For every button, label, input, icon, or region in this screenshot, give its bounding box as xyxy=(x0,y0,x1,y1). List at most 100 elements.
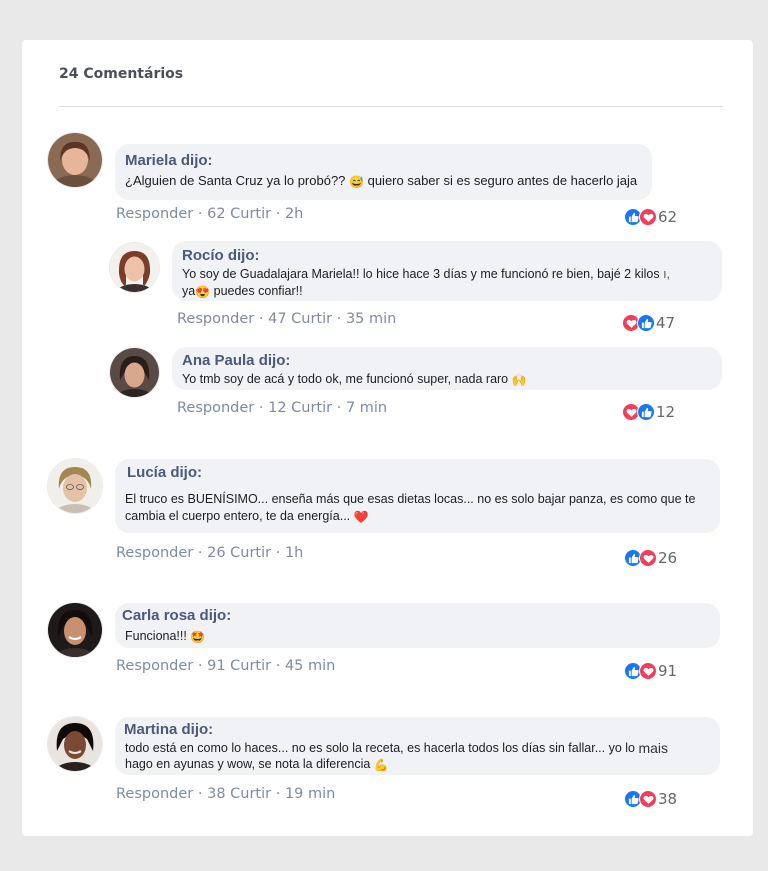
separator: · xyxy=(197,786,203,802)
separator: · xyxy=(336,400,342,416)
separator: · xyxy=(197,658,203,674)
reactions-summary[interactable]: 91 xyxy=(624,661,677,681)
comment-time: 35 min xyxy=(345,311,397,327)
like-link[interactable]: Curtir xyxy=(230,545,271,561)
reactions-summary[interactable]: 38 xyxy=(624,789,677,809)
reply-link[interactable]: Responder xyxy=(116,658,193,674)
flexed-biceps-emoji: 💪 xyxy=(373,758,389,772)
reaction-count: 26 xyxy=(658,549,678,567)
heart-eyes-emoji: 😍 xyxy=(195,285,211,299)
comment-text: todo está en como lo haces... no es solo… xyxy=(125,739,710,772)
comment-text-part: Yo tmb soy de acá y todo ok, me funcionó… xyxy=(182,372,512,386)
separator: · xyxy=(197,545,203,561)
reply-link[interactable]: Responder xyxy=(116,545,193,561)
avatar[interactable] xyxy=(48,603,102,657)
like-link[interactable]: Curtir xyxy=(291,400,332,416)
comment-text-part: Yo soy de Guadalajara Mariela!! lo hice … xyxy=(182,267,664,281)
like-count: 62 xyxy=(207,206,226,222)
avatar[interactable] xyxy=(48,133,102,187)
comment-text: Funciona!!! 🤩 xyxy=(125,628,710,645)
comment-bubble: Martina dijo: todo está en como lo haces… xyxy=(115,717,720,775)
stray-mark: ı, xyxy=(663,267,671,281)
like-link[interactable]: Curtir xyxy=(291,311,332,327)
comment-text: Yo tmb soy de acá y todo ok, me funcionó… xyxy=(182,371,712,388)
like-count: 47 xyxy=(268,311,287,327)
love-icon xyxy=(639,662,657,680)
like-icon xyxy=(637,314,655,332)
comment-actions: Responder · 47 Curtir · 35 min xyxy=(177,311,396,327)
love-icon xyxy=(639,790,657,808)
reactions-summary[interactable]: 12 xyxy=(622,402,675,422)
separator: · xyxy=(275,786,281,802)
comment-text-part: todo está en como lo haces... no es solo… xyxy=(125,741,639,755)
comment-author[interactable]: Martina dijo: xyxy=(124,721,710,739)
separator: · xyxy=(275,658,281,674)
reaction-count: 91 xyxy=(658,662,678,680)
comment-time: 45 min xyxy=(284,658,336,674)
avatar[interactable] xyxy=(110,348,159,397)
like-link[interactable]: Curtir xyxy=(230,658,271,674)
comment-time: 2h xyxy=(284,206,304,222)
comment-author[interactable]: Mariela dijo: xyxy=(125,152,642,170)
comment-bubble: Ana Paula dijo: Yo tmb soy de acá y todo… xyxy=(172,347,722,390)
like-count: 91 xyxy=(207,658,226,674)
avatar[interactable] xyxy=(48,717,102,771)
comment-time: 7 min xyxy=(345,400,388,416)
comment-text-part: puedes confiar!! xyxy=(210,284,303,298)
separator: · xyxy=(275,206,281,222)
star-struck-emoji: 🤩 xyxy=(190,630,206,644)
separator: · xyxy=(275,545,281,561)
comment-bubble: Mariela dijo: ¿Alguien de Santa Cruz ya … xyxy=(115,144,652,200)
comment-text: ¿Alguien de Santa Cruz ya lo probó?? 😅 q… xyxy=(125,172,642,189)
like-icon xyxy=(637,403,655,421)
reaction-count: 38 xyxy=(658,790,678,808)
comment-actions: Responder · 38 Curtir · 19 min xyxy=(116,786,335,802)
comment-author[interactable]: Carla rosa dijo: xyxy=(122,607,710,625)
comment-author[interactable]: Ana Paula dijo: xyxy=(182,352,712,370)
comment-actions: Responder · 26 Curtir · 1h xyxy=(116,545,303,561)
comment-text-part: ya xyxy=(182,284,196,298)
reply-link[interactable]: Responder xyxy=(116,786,193,802)
comment-actions: Responder · 12 Curtir · 7 min xyxy=(177,400,387,416)
comment-text-part: quiero saber si es seguro antes de hacer… xyxy=(363,173,638,188)
avatar[interactable] xyxy=(48,459,102,513)
comment-time: 19 min xyxy=(284,786,336,802)
comment-author[interactable]: Lucía dijo: xyxy=(127,464,710,482)
reply-link[interactable]: Responder xyxy=(116,206,193,222)
reactions-summary[interactable]: 62 xyxy=(624,207,677,227)
separator: · xyxy=(258,311,264,327)
like-count: 12 xyxy=(268,400,287,416)
comment-bubble: Carla rosa dijo: Funciona!!! 🤩 xyxy=(115,603,720,648)
red-heart-emoji: ❤️ xyxy=(353,510,369,524)
reactions-summary[interactable]: 47 xyxy=(622,313,675,333)
comment-text: Yo soy de Guadalajara Mariela!! lo hice … xyxy=(182,266,712,300)
reactions-summary[interactable]: 26 xyxy=(624,548,677,568)
comment-text: El truco es BUENÍSIMO... enseña más que … xyxy=(125,491,710,525)
comments-count-title: 24 Comentários xyxy=(59,66,184,82)
like-count: 26 xyxy=(207,545,226,561)
comment-actions: Responder · 91 Curtir · 45 min xyxy=(116,658,335,674)
comment-text-part: ¿Alguien de Santa Cruz ya lo probó?? xyxy=(125,173,350,188)
comment-author[interactable]: Rocío dijo: xyxy=(182,247,712,265)
comment-text-part: hago en ayunas y wow, se nota la diferen… xyxy=(125,757,374,771)
separator: · xyxy=(197,206,203,222)
reaction-count: 12 xyxy=(656,403,676,421)
reply-link[interactable]: Responder xyxy=(177,400,254,416)
like-link[interactable]: Curtir xyxy=(230,786,271,802)
avatar[interactable] xyxy=(110,243,159,292)
comment-text-part: Funciona!!! xyxy=(125,629,191,643)
comment-bubble: Rocío dijo: Yo soy de Guadalajara Mariel… xyxy=(172,241,722,301)
reaction-count: 47 xyxy=(656,314,676,332)
separator: · xyxy=(258,400,264,416)
comment-text-mais: mais xyxy=(638,740,669,756)
header-divider xyxy=(59,106,723,107)
separator: · xyxy=(336,311,342,327)
grinning-sweat-emoji: 😅 xyxy=(349,175,364,189)
like-link[interactable]: Curtir xyxy=(230,206,271,222)
reaction-count: 62 xyxy=(658,208,678,226)
raising-hands-emoji: 🙌 xyxy=(511,373,527,387)
like-count: 38 xyxy=(207,786,226,802)
reply-link[interactable]: Responder xyxy=(177,311,254,327)
love-icon xyxy=(639,208,657,226)
comment-time: 1h xyxy=(284,545,304,561)
